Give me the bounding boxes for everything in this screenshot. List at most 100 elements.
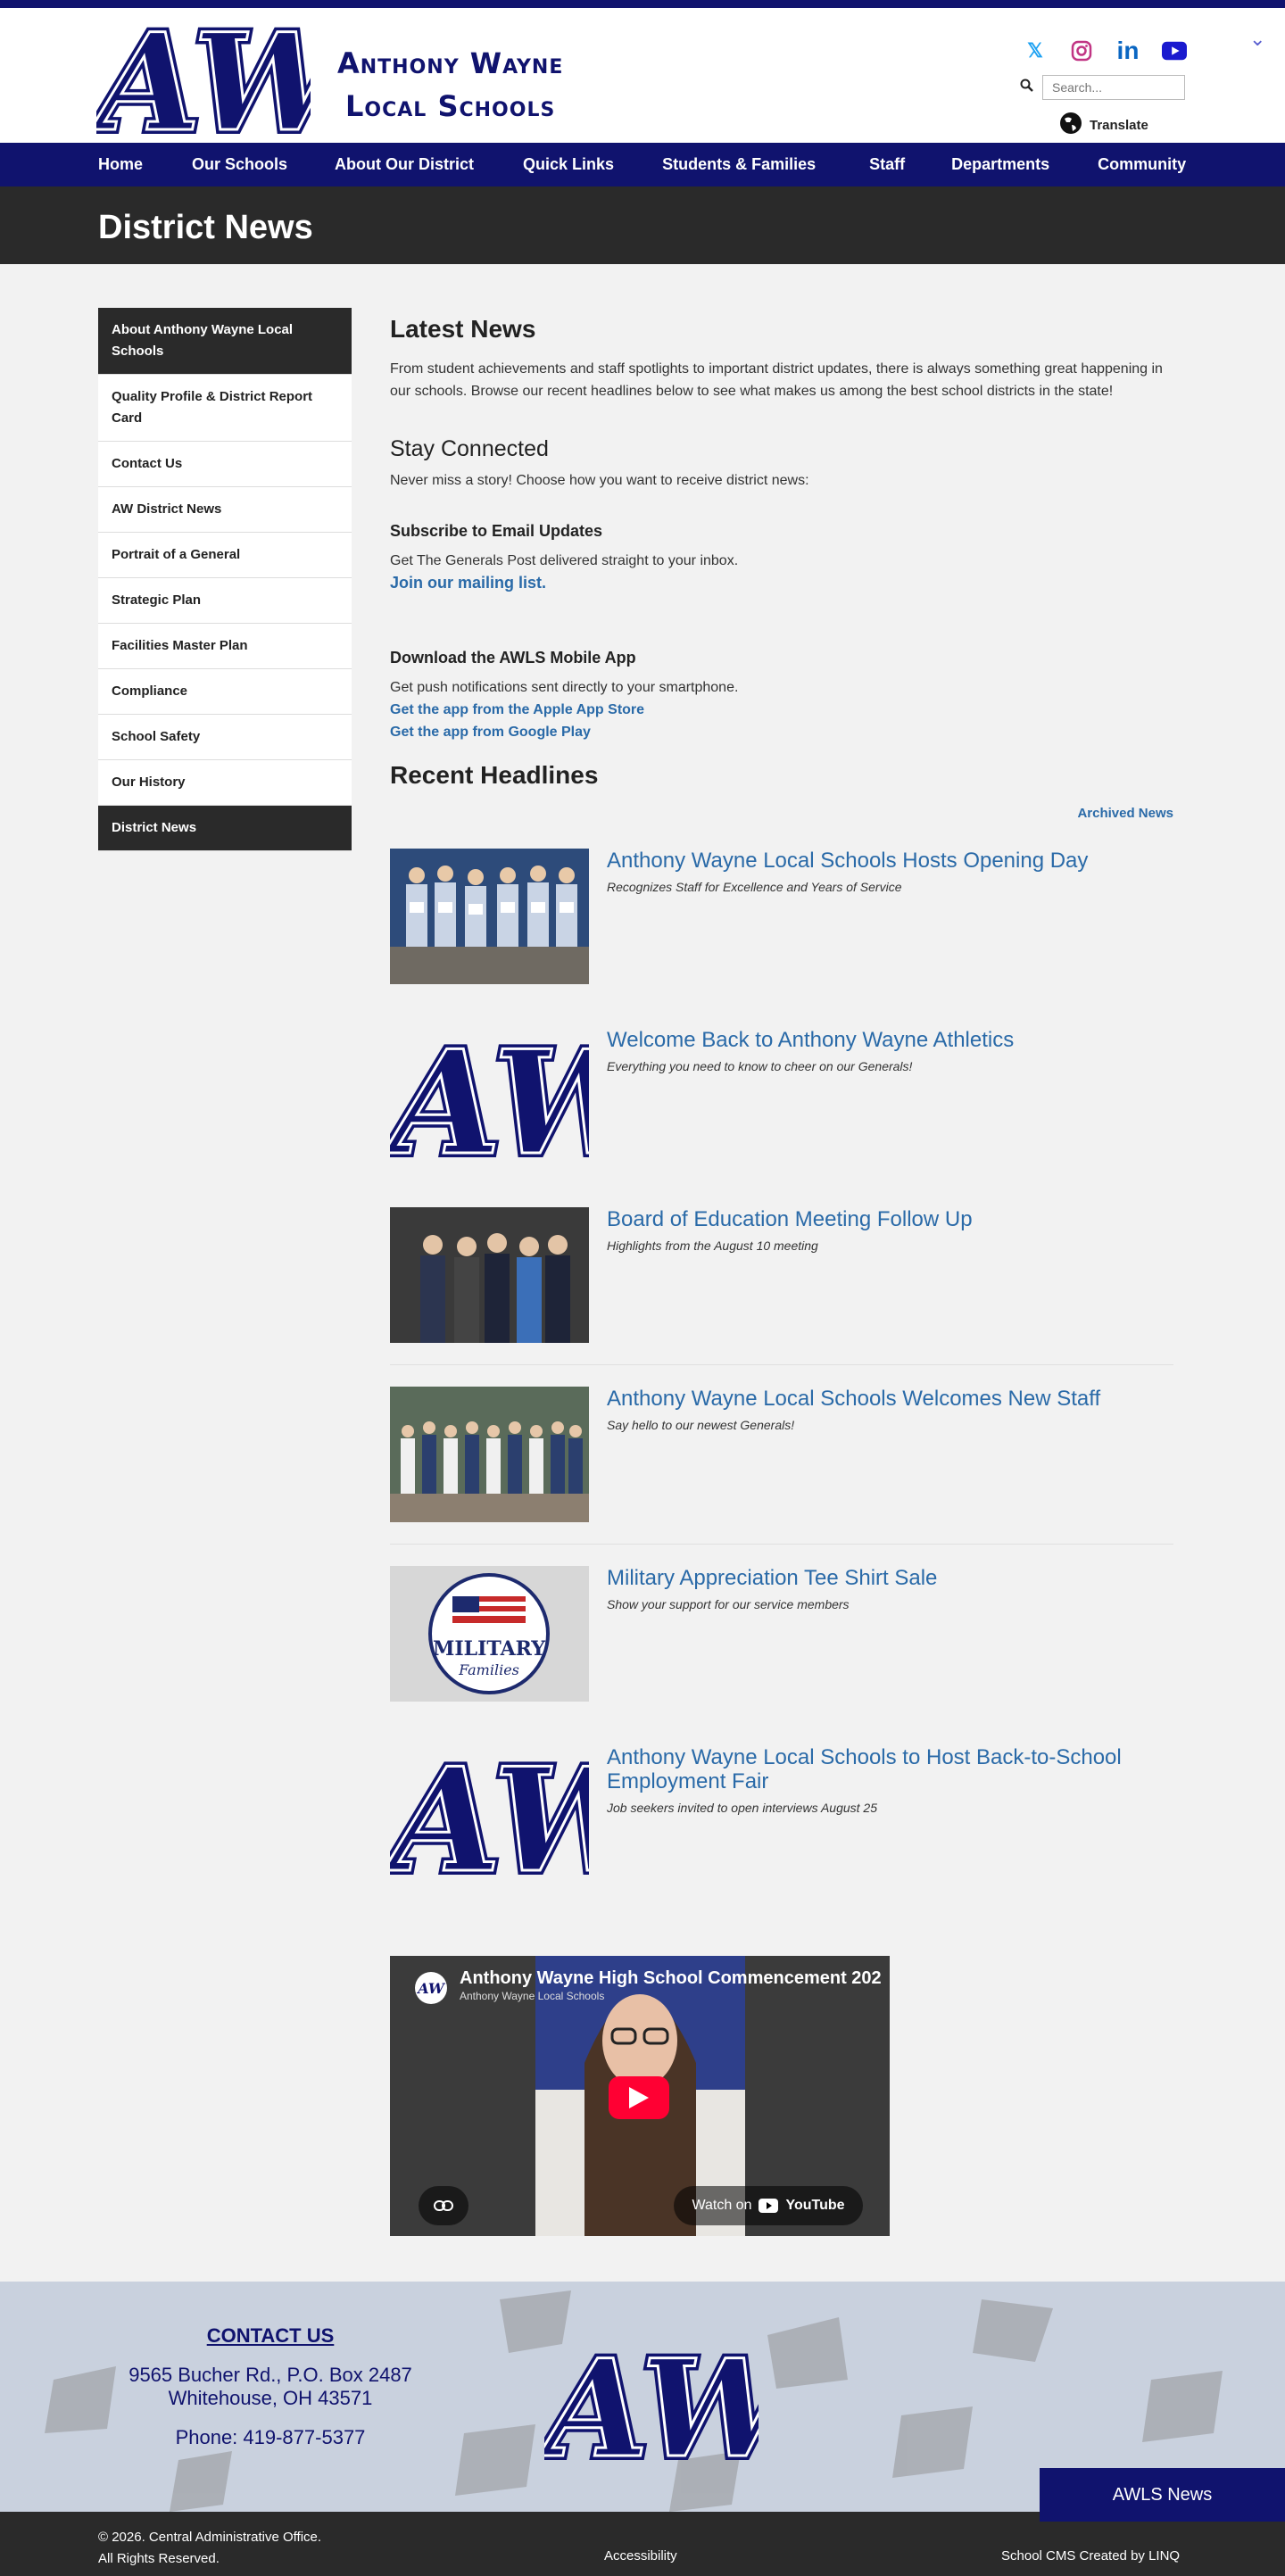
headline-thumbnail[interactable]: AWAW <box>390 1028 589 1164</box>
page-title: District News <box>98 209 313 246</box>
app-store-link[interactable]: Get the app from the Apple App Store <box>390 702 644 717</box>
sidebar-item-strategic-plan[interactable]: Strategic Plan <box>98 578 352 624</box>
social-links: 𝕏 in <box>1023 37 1187 64</box>
site-header: AW AW Anthony Wayne Local Schools 𝕏 in T… <box>0 0 1285 166</box>
site-search <box>1020 75 1185 100</box>
top-accent-bar <box>0 0 1285 8</box>
list-item[interactable]: Board of Education Meeting Follow Up High… <box>390 1207 1173 1343</box>
awls-news-button[interactable]: AWLS News <box>1040 2468 1285 2522</box>
headline-title[interactable]: Anthony Wayne Local Schools to Host Back… <box>607 1745 1173 1793</box>
sidebar-item-quality-profile[interactable]: Quality Profile & District Report Card <box>98 375 352 442</box>
play-button[interactable] <box>609 2076 669 2119</box>
headline-title[interactable]: Anthony Wayne Local Schools Hosts Openin… <box>607 849 1088 873</box>
headline-title[interactable]: Anthony Wayne Local Schools Welcomes New… <box>607 1387 1100 1411</box>
mobile-app-heading: Download the AWLS Mobile App <box>390 649 636 667</box>
headline-thumbnail[interactable] <box>390 1207 589 1343</box>
search-input[interactable] <box>1042 75 1185 100</box>
accessibility-link[interactable]: Accessibility <box>604 2548 677 2564</box>
copy-link-button[interactable] <box>419 2186 468 2225</box>
main-nav: Home Our Schools About Our District Quic… <box>0 143 1285 186</box>
archived-news-link[interactable]: Archived News <box>1077 806 1173 821</box>
nav-staff[interactable]: Staff <box>869 155 905 174</box>
nav-community[interactable]: Community <box>1098 155 1186 174</box>
headline-title[interactable]: Board of Education Meeting Follow Up <box>607 1207 973 1231</box>
nav-our-schools[interactable]: Our Schools <box>192 155 287 174</box>
headline-subtitle: Job seekers invited to open interviews A… <box>607 1801 877 1815</box>
latest-news-heading: Latest News <box>390 315 536 343</box>
search-icon[interactable] <box>1020 79 1033 96</box>
headline-thumbnail[interactable] <box>390 849 589 984</box>
nav-home[interactable]: Home <box>98 155 143 174</box>
recent-headlines-heading: Recent Headlines <box>390 761 599 789</box>
headline-subtitle: Highlights from the August 10 meeting <box>607 1238 818 1253</box>
sidebar-item-compliance[interactable]: Compliance <box>98 669 352 715</box>
youtube-wordmark: YouTube <box>785 2198 845 2213</box>
translate-button[interactable]: Translate <box>1059 112 1148 138</box>
sidebar-item-contact[interactable]: Contact Us <box>98 442 352 487</box>
svg-text:AW: AW <box>544 2331 759 2473</box>
aw-logo-graphic: AW AW <box>81 0 360 166</box>
footer-phone[interactable]: Phone: 419-877-5377 <box>98 2426 443 2449</box>
nav-quick-links[interactable]: Quick Links <box>523 155 614 174</box>
nav-students-families[interactable]: Students & Families <box>662 155 816 174</box>
channel-avatar[interactable]: AW <box>415 1972 447 2004</box>
cms-credit-link[interactable]: School CMS Created by LINQ <box>1001 2548 1180 2564</box>
watch-on-label: Watch on <box>692 2198 752 2213</box>
stay-connected-text: Never miss a story! Choose how you want … <box>390 473 809 488</box>
chevron-down-icon[interactable]: ⌄ <box>1249 28 1265 51</box>
sidebar-item-about[interactable]: About Anthony Wayne Local Schools <box>98 308 352 375</box>
youtube-logo-icon <box>759 2199 779 2213</box>
svg-text:AW: AW <box>390 1745 589 1881</box>
copyright: © 2026. Central Administrative Office. A… <box>98 2527 321 2570</box>
play-icon <box>629 2087 649 2108</box>
svg-text:Families: Families <box>458 1661 519 1678</box>
sidebar-item-aw-news[interactable]: AW District News <box>98 487 352 533</box>
google-play-link[interactable]: Get the app from Google Play <box>390 725 591 740</box>
copyright-line: © 2026. Central Administrative Office. <box>98 2530 322 2545</box>
headline-title[interactable]: Welcome Back to Anthony Wayne Athletics <box>607 1028 1014 1052</box>
footer-contact: CONTACT US 9565 Bucher Rd., P.O. Box 248… <box>98 2324 443 2449</box>
globe-icon <box>1059 112 1082 138</box>
headline-subtitle: Say hello to our newest Generals! <box>607 1418 795 1432</box>
headline-thumbnail[interactable]: AWAW <box>390 1745 589 1881</box>
nav-departments[interactable]: Departments <box>951 155 1049 174</box>
headline-thumbnail[interactable]: MILITARY Families <box>390 1566 589 1702</box>
list-item[interactable]: AWAW Welcome Back to Anthony Wayne Athle… <box>390 1028 1173 1164</box>
translate-label: Translate <box>1090 117 1148 133</box>
nav-about-our-district[interactable]: About Our District <box>335 155 474 174</box>
sidebar-item-school-safety[interactable]: School Safety <box>98 715 352 760</box>
list-item[interactable]: MILITARY Families Military Appreciation T… <box>390 1566 1173 1702</box>
footer-address-line-1: 9565 Bucher Rd., P.O. Box 2487 <box>128 2364 412 2386</box>
district-logo[interactable]: AW AW <box>81 0 360 166</box>
video-title[interactable]: Anthony Wayne High School Commencement 2… <box>460 1968 882 1989</box>
list-item[interactable]: Anthony Wayne Local Schools Welcomes New… <box>390 1387 1173 1522</box>
headline-subtitle: Show your support for our service member… <box>607 1597 850 1611</box>
video-channel[interactable]: Anthony Wayne Local Schools <box>460 1990 604 2002</box>
list-item[interactable]: AWAW Anthony Wayne Local Schools to Host… <box>390 1745 1173 1881</box>
headline-title[interactable]: Military Appreciation Tee Shirt Sale <box>607 1566 937 1590</box>
sidebar-item-portrait[interactable]: Portrait of a General <box>98 533 352 578</box>
brand-line-2: Local Schools <box>345 89 556 123</box>
linkedin-icon[interactable]: in <box>1115 37 1140 64</box>
sidebar-item-facilities[interactable]: Facilities Master Plan <box>98 624 352 669</box>
page-banner: District News <box>0 186 1285 264</box>
sidebar-item-history[interactable]: Our History <box>98 760 352 806</box>
latest-news-text: From student achievements and staff spot… <box>390 361 1163 399</box>
footer-logo[interactable]: AW AW <box>544 2331 759 2473</box>
list-item[interactable]: Anthony Wayne Local Schools Hosts Openin… <box>390 849 1173 984</box>
sidebar-item-district-news[interactable]: District News <box>98 806 352 851</box>
x-icon[interactable]: 𝕏 <box>1023 38 1048 63</box>
instagram-icon[interactable] <box>1069 38 1094 63</box>
divider <box>390 1544 1173 1545</box>
divider <box>390 1364 1173 1365</box>
mailing-list-link[interactable]: Join our mailing list. <box>390 574 546 592</box>
stay-connected-heading: Stay Connected <box>390 436 549 461</box>
footer-address-line-2: Whitehouse, OH 43571 <box>168 2387 373 2409</box>
brand-line-1: Anthony Wayne <box>337 46 564 80</box>
watch-on-youtube-button[interactable]: Watch on YouTube <box>674 2186 863 2225</box>
youtube-icon[interactable] <box>1162 38 1187 63</box>
headline-thumbnail[interactable] <box>390 1387 589 1522</box>
contact-us-link[interactable]: CONTACT US <box>98 2324 443 2348</box>
link-icon <box>434 2200 453 2211</box>
youtube-video-embed[interactable]: AW Anthony Wayne High School Commencemen… <box>390 1956 890 2236</box>
